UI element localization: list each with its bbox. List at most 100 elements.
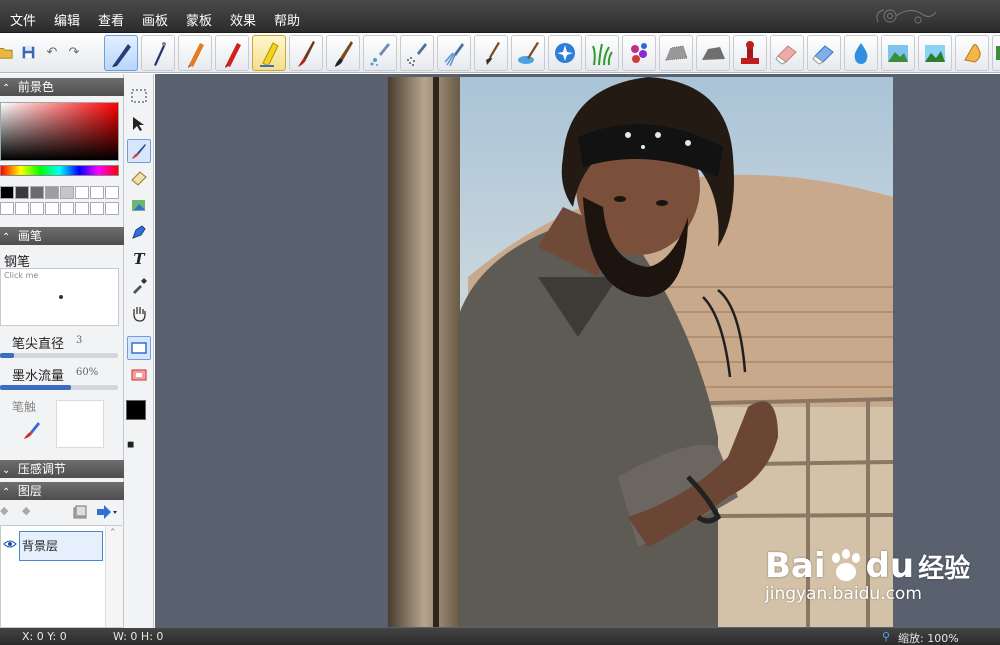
color-swatch[interactable]	[15, 202, 29, 215]
cursor-coords: X: 0 Y: 0	[22, 630, 67, 643]
brush-tip-preview[interactable]	[56, 400, 104, 448]
canvas-photo[interactable]	[388, 77, 893, 627]
crayon-icon[interactable]	[178, 35, 212, 71]
grass-brush-icon[interactable]	[585, 35, 619, 71]
color-swatch[interactable]	[60, 186, 74, 199]
text-tool-icon[interactable]: T	[127, 247, 151, 271]
calligraphy-pen-icon[interactable]	[104, 35, 138, 71]
magic-wand-icon[interactable]	[548, 35, 582, 71]
color-swatch[interactable]	[30, 186, 44, 199]
spray-icon[interactable]	[400, 35, 434, 71]
move-layer-up-icon[interactable]: ◆	[0, 504, 8, 517]
color-swatch[interactable]	[90, 186, 104, 199]
paw-logo-icon	[831, 549, 860, 581]
paint-brush-icon[interactable]	[289, 35, 323, 71]
more-brushes-icon[interactable]	[992, 35, 1000, 71]
color-swatch[interactable]	[105, 202, 119, 215]
foreground-color-header[interactable]: ⌃ 前景色	[0, 78, 124, 96]
menu-effects[interactable]: 效果	[230, 10, 256, 29]
preview-hint: Click me	[4, 271, 39, 280]
color-swatch[interactable]	[75, 202, 89, 215]
menu-bar: 文件 编辑 查看 画板 蒙板 效果 帮助	[0, 0, 1000, 33]
color-swatch[interactable]	[105, 186, 119, 199]
menu-file[interactable]: 文件	[10, 10, 36, 29]
rect-shape-icon[interactable]	[127, 336, 151, 360]
layer-item[interactable]: 背景层	[19, 531, 103, 561]
menu-edit[interactable]: 编辑	[54, 10, 80, 29]
scroll-up-icon[interactable]: ⌃	[109, 528, 117, 538]
hand-pan-icon[interactable]	[127, 301, 151, 325]
color-picker-gradient[interactable]	[0, 102, 119, 161]
color-swatch[interactable]	[0, 202, 14, 215]
open-folder-icon[interactable]	[0, 43, 14, 61]
zoom-icon: ⚲	[882, 630, 891, 643]
rect-select-icon[interactable]	[127, 84, 151, 108]
menu-board[interactable]: 画板	[142, 10, 168, 29]
zoom-level[interactable]: 缩放: 100%	[898, 630, 959, 645]
layers-header[interactable]: ⌃ 图层	[0, 482, 124, 500]
tip-diameter-slider[interactable]	[0, 353, 118, 358]
tip-diameter-fill	[0, 353, 15, 358]
undo-icon[interactable]: ↶	[43, 43, 61, 61]
palette-knife-icon[interactable]	[511, 35, 545, 71]
stamp-icon[interactable]	[733, 35, 767, 71]
color-swatch[interactable]	[0, 186, 14, 199]
color-swatch[interactable]	[45, 202, 59, 215]
menu-help[interactable]: 帮助	[274, 10, 300, 29]
watermark: Bai du 经验 jingyan.baidu.com	[765, 546, 970, 604]
visibility-eye-icon[interactable]	[3, 539, 17, 549]
ink-flow-slider[interactable]	[0, 385, 118, 390]
redo-icon[interactable]: ↷	[65, 43, 83, 61]
move-arrow-icon[interactable]	[127, 112, 151, 136]
color-swatch[interactable]	[45, 186, 59, 199]
finger-smudge-icon[interactable]	[955, 35, 989, 71]
menu-mask[interactable]: 蒙板	[186, 10, 212, 29]
landscape-1-icon[interactable]	[881, 35, 915, 71]
brush-header[interactable]: ⌃ 画笔	[0, 227, 124, 245]
fine-pen-icon[interactable]	[141, 35, 175, 71]
smudge-brush-icon[interactable]	[696, 35, 730, 71]
watermark-url: jingyan.baidu.com	[765, 584, 922, 604]
foreground-color-box[interactable]	[126, 400, 146, 420]
new-layer-icon[interactable]	[72, 504, 88, 520]
swap-colors-icon[interactable]: ◼	[127, 440, 134, 450]
move-layer-down-icon[interactable]: ◆	[22, 504, 30, 517]
layer-name: 背景层	[22, 539, 59, 553]
eyedropper-icon[interactable]	[127, 274, 151, 298]
texture-brush-icon[interactable]	[659, 35, 693, 71]
brush-toolbar: ↶ ↷	[0, 33, 1000, 73]
brush-tool-icon[interactable]	[127, 139, 151, 163]
brush-tip-icon[interactable]	[22, 420, 42, 440]
color-swatch[interactable]	[30, 202, 44, 215]
flower-brush-icon[interactable]	[622, 35, 656, 71]
save-icon[interactable]	[19, 43, 37, 61]
red-crayon-icon[interactable]	[215, 35, 249, 71]
fill-bucket-icon[interactable]	[127, 193, 151, 217]
filled-shape-icon[interactable]	[127, 363, 151, 387]
hue-slider[interactable]	[0, 165, 119, 176]
oil-brush-icon[interactable]	[326, 35, 360, 71]
flat-brush-icon[interactable]	[474, 35, 508, 71]
layers-scrollbar[interactable]: ⌃	[105, 526, 122, 627]
water-drop-icon[interactable]	[844, 35, 878, 71]
blue-eraser-icon[interactable]	[807, 35, 841, 71]
color-swatch[interactable]	[15, 186, 29, 199]
airbrush-icon[interactable]	[363, 35, 397, 71]
watermark-cn: 经验	[918, 553, 971, 584]
ink-flow-fill	[0, 385, 71, 390]
landscape-2-icon[interactable]	[918, 35, 952, 71]
layer-menu-icon[interactable]	[96, 504, 118, 520]
pen-nib-icon[interactable]	[127, 220, 151, 244]
watermark-brand: Bai	[765, 546, 826, 586]
eraser-tool-icon[interactable]	[127, 166, 151, 190]
color-swatch[interactable]	[75, 186, 89, 199]
menu-view[interactable]: 查看	[98, 10, 124, 29]
brush-preview[interactable]: Click me	[0, 268, 119, 326]
fan-brush-icon[interactable]	[437, 35, 471, 71]
color-swatch[interactable]	[90, 202, 104, 215]
layers-list: 背景层 ⌃	[0, 525, 122, 628]
highlighter-icon[interactable]	[252, 35, 286, 71]
eraser-icon[interactable]	[770, 35, 804, 71]
pressure-header[interactable]: ⌄ 压感调节	[0, 460, 124, 478]
color-swatch[interactable]	[60, 202, 74, 215]
